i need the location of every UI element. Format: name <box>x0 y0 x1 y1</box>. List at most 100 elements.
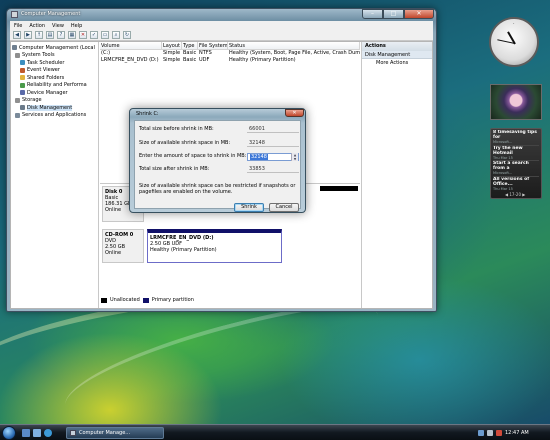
column-header-type[interactable]: Type <box>182 42 198 49</box>
tree-node-task-scheduler[interactable]: Task Scheduler <box>11 59 98 67</box>
tree-node-services-applications[interactable]: Services and Applications <box>11 112 98 120</box>
feed-title: 8 timesaving tips for <box>493 130 537 140</box>
cd-partition-block[interactable]: LRMCFRE_EN_DVD (D:) 2.50 GB UDF Healthy … <box>147 229 282 263</box>
check-icon[interactable]: ✓ <box>90 31 98 39</box>
table-row[interactable]: (C:) Simple Basic NTFS Healthy (System, … <box>100 50 360 57</box>
type-cell: Basic <box>183 50 197 56</box>
table-row[interactable]: LRMCFRE_EN_DVD (D:) Simple Basic UDF Hea… <box>100 57 360 64</box>
shrink-amount-label: Enter the amount of space to shrink in M… <box>139 153 247 159</box>
minimize-button[interactable]: – <box>362 9 383 19</box>
tree-node-computer-management[interactable]: Computer Management (Local <box>11 44 98 52</box>
file-system-cell: NTFS <box>199 50 212 56</box>
feed-title: All versions of Office... <box>493 176 530 187</box>
feed-item[interactable]: All versions of Office... Thu Mar 15 <box>493 177 539 193</box>
analog-clock-icon[interactable]: · <box>489 17 539 67</box>
up-folder-icon[interactable]: ↑ <box>35 31 43 39</box>
open-icon[interactable]: ▭ <box>101 31 109 39</box>
title-bar[interactable]: Computer Management – □ ✕ <box>7 9 436 20</box>
tree-label: System Tools <box>22 52 55 59</box>
windows-orb-icon[interactable] <box>2 426 16 440</box>
total-size-value: 66001 <box>247 126 299 133</box>
slideshow-gadget[interactable] <box>490 84 542 120</box>
tree-label: Computer Management (Local <box>19 44 95 51</box>
partition-status: Healthy (Primary Partition) <box>150 247 217 253</box>
disk-management-icon <box>20 105 25 111</box>
taskbar-clock[interactable]: 12:47 AM <box>505 430 529 436</box>
maximize-button[interactable]: □ <box>383 9 404 19</box>
unallocated-swatch <box>101 297 107 303</box>
feed-source: Thu Mar 15 <box>493 186 513 191</box>
close-button[interactable]: ✕ <box>404 9 434 19</box>
feed-navigation[interactable]: ◀ 17-20 ▶ <box>505 192 525 197</box>
cancel-button[interactable]: Cancel <box>269 203 299 212</box>
column-header-volume[interactable]: Volume <box>100 42 162 49</box>
network-icon[interactable] <box>478 430 484 436</box>
delete-icon[interactable]: ✕ <box>79 31 87 39</box>
tree-label: Storage <box>22 97 42 104</box>
shrink-button[interactable]: Shrink <box>234 203 264 212</box>
shrink-amount-spinner[interactable]: ▲ ▼ <box>291 153 298 161</box>
taskbar-computer-management-button[interactable]: Computer Manage... <box>66 427 164 439</box>
menu-bar: File Action View Help <box>10 21 433 30</box>
tree-label: Reliability and Performa <box>27 82 87 89</box>
dialog-close-button[interactable]: ✕ <box>285 109 304 117</box>
tree-node-reliability[interactable]: Reliability and Performa <box>11 82 98 90</box>
more-actions-link[interactable]: More Actions <box>362 59 432 68</box>
column-header-status[interactable]: Status <box>228 42 360 49</box>
tree-node-storage[interactable]: Storage <box>11 97 98 105</box>
feed-item[interactable]: 8 timesaving tips for Microsoft... <box>493 130 539 146</box>
tree-node-event-viewer[interactable]: Event Viewer <box>11 67 98 75</box>
refresh-icon[interactable]: ↻ <box>123 31 131 39</box>
feed-item[interactable]: Try the new Hotmail Thu Mar 15 <box>493 146 539 161</box>
system-tray: 12:47 AM <box>478 427 548 439</box>
actions-section-disk-management[interactable]: Disk Management <box>362 51 432 59</box>
show-desktop-icon[interactable] <box>22 429 30 437</box>
tree-node-system-tools[interactable]: System Tools <box>11 52 98 60</box>
available-size-value: 32148 <box>247 140 299 147</box>
back-icon[interactable]: ◀ <box>13 31 21 39</box>
feed-item[interactable]: Start a search from a Microsoft... <box>493 161 539 177</box>
tree-node-disk-management[interactable]: Disk Management <box>11 104 98 112</box>
menu-view[interactable]: View <box>52 23 64 29</box>
event-viewer-icon <box>20 67 25 73</box>
menu-file[interactable]: File <box>14 23 22 29</box>
legend-primary: Primary partition <box>151 297 194 303</box>
status-cell: Healthy (System, Boot, Page File, Active… <box>229 50 360 56</box>
feed-headlines-gadget[interactable]: 8 timesaving tips for Microsoft... Try t… <box>490 128 542 199</box>
volume-list-header: Volume Layout Type File System Status <box>100 42 360 50</box>
total-size-label: Total size before shrink in MB: <box>139 126 214 132</box>
tree-label: Device Manager <box>27 89 68 96</box>
primary-swatch <box>142 297 149 303</box>
navigation-tree: Computer Management (Local System Tools … <box>11 42 99 308</box>
help-icon[interactable]: ? <box>57 31 65 39</box>
volume-cell: (C:) <box>101 50 111 56</box>
forward-icon[interactable]: ▶ <box>24 31 32 39</box>
tree-node-device-manager[interactable]: Device Manager <box>11 89 98 97</box>
computer-management-icon <box>70 430 76 436</box>
clock-icon <box>20 60 25 66</box>
show-hide-tree-icon[interactable]: ▤ <box>46 31 54 39</box>
column-header-layout[interactable]: Layout <box>162 42 182 49</box>
device-manager-icon <box>20 90 25 96</box>
menu-help[interactable]: Help <box>71 23 82 29</box>
tree-label: Services and Applications <box>22 112 87 119</box>
column-header-file-system[interactable]: File System <box>198 42 228 49</box>
internet-explorer-icon[interactable] <box>44 429 52 437</box>
security-icon[interactable] <box>496 430 502 436</box>
volume-icon[interactable] <box>487 430 493 436</box>
feed-source: Thu Mar 15 <box>493 155 513 160</box>
storage-icon <box>15 97 20 103</box>
tree-node-shared-folders[interactable]: Shared Folders <box>11 74 98 82</box>
taskbar-button-label: Computer Manage... <box>79 430 131 436</box>
switch-windows-icon[interactable] <box>33 429 41 437</box>
shrink-dialog[interactable]: Shrink C: ✕ Total size before shrink in … <box>129 108 306 213</box>
cd-rom-0-info[interactable]: CD-ROM 0 DVD 2.50 GB Online <box>102 229 144 263</box>
window-title: Computer Management <box>21 11 81 17</box>
performance-icon <box>20 82 25 88</box>
available-size-row: Size of available shrink space in MB: 32… <box>139 140 299 147</box>
search-icon[interactable]: ⌕ <box>112 31 120 39</box>
size-after-label: Total size after shrink in MB: <box>139 166 210 172</box>
disk-0-partition-bar[interactable] <box>320 186 358 191</box>
menu-action[interactable]: Action <box>29 23 45 29</box>
properties-icon[interactable]: ▦ <box>68 31 76 39</box>
